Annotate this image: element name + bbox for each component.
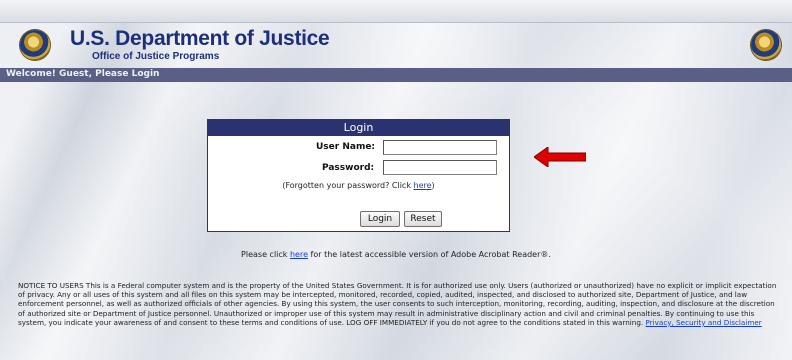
forgot-password-line: (Forgotten your password? Click here) [208, 181, 509, 190]
username-label: User Name: [316, 142, 376, 152]
login-title: Login [208, 120, 509, 136]
acrobat-prefix: Please click [241, 250, 290, 259]
red-arrow-icon [534, 147, 586, 167]
notice-to-users: NOTICE TO USERS This is a Federal comput… [18, 281, 778, 327]
reset-button[interactable]: Reset [404, 211, 442, 227]
acrobat-reader-link[interactable]: here [290, 250, 308, 259]
agency-subtitle: Office of Justice Programs [92, 51, 220, 62]
forgot-password-link[interactable]: here [414, 181, 432, 190]
login-panel: Login User Name: Password: (Forgotten yo… [207, 119, 510, 232]
acrobat-reader-line: Please click here for the latest accessi… [0, 250, 792, 259]
browser-top-strip [0, 0, 792, 23]
password-input[interactable] [383, 160, 497, 175]
doj-seal-icon [751, 30, 781, 60]
login-button[interactable]: Login [360, 211, 400, 227]
site-header: U.S. Department of Justice Office of Jus… [0, 24, 792, 68]
welcome-text: Welcome! Guest, Please Login [6, 69, 160, 79]
agency-title: U.S. Department of Justice [70, 27, 330, 50]
password-label: Password: [322, 163, 375, 173]
forgot-password-prefix: (Forgotten your password? Click [282, 181, 414, 190]
doj-seal-icon [20, 30, 50, 60]
username-input[interactable] [383, 140, 497, 155]
welcome-bar: Welcome! Guest, Please Login [0, 68, 792, 82]
privacy-security-disclaimer-link[interactable]: Privacy, Security and Disclaimer [646, 318, 762, 327]
acrobat-suffix: for the latest accessible version of Ado… [308, 250, 551, 259]
forgot-password-suffix: ) [431, 181, 435, 190]
